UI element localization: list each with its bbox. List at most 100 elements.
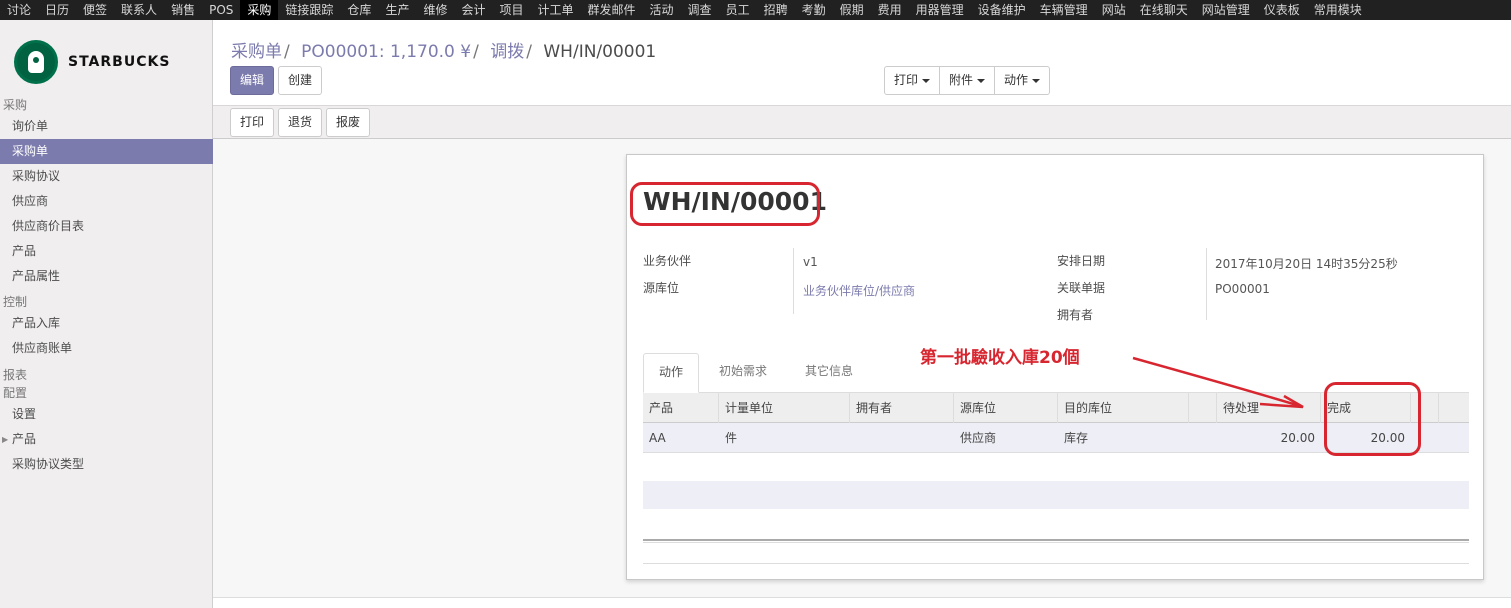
breadcrumb-item[interactable]: PO00001: 1,170.0 ¥ <box>301 42 471 62</box>
field-divider <box>793 248 794 314</box>
starbucks-logo-icon <box>14 40 58 84</box>
sidebar-item[interactable]: 采购单 <box>0 139 213 164</box>
top-menu-item[interactable]: 会计 <box>454 0 492 20</box>
tab-other-info[interactable]: 其它信息 <box>790 353 868 393</box>
sidebar-nav: 采购 询价单 采购单 采购协议 供应商 供应商价目表 产品 产品属性 控制 产品入库 供应商账单 报表… <box>0 96 213 477</box>
top-menu-item[interactable]: 常用模块 <box>1307 0 1369 20</box>
partner-field[interactable]: v1 <box>803 255 818 269</box>
cell-source: 供应商 <box>960 431 997 445</box>
top-menu-item[interactable]: 车辆管理 <box>1033 0 1095 20</box>
sidebar-item-label: 供应商价目表 <box>12 219 85 233</box>
sidebar-item-label: 采购协议 <box>12 169 61 183</box>
top-menu-item[interactable]: 网站管理 <box>1195 0 1257 20</box>
cell-product: AA <box>649 431 666 445</box>
source-location-field[interactable]: 业务伙伴库位/供应商 <box>803 282 915 299</box>
caret-down-icon <box>922 78 931 83</box>
top-menu-item[interactable]: 网站 <box>1095 0 1133 20</box>
print-menu-button[interactable]: 打印 <box>884 66 941 95</box>
sidebar-item[interactable]: 产品 <box>0 239 213 264</box>
breadcrumb-separator: / <box>284 42 290 62</box>
top-menu-item[interactable]: 设备维护 <box>971 0 1033 20</box>
top-menu-item[interactable]: POS <box>202 0 240 20</box>
sidebar-item[interactable]: 询价单 <box>0 114 213 139</box>
top-menu-item[interactable]: 费用 <box>871 0 909 20</box>
sidebar-item[interactable]: 供应商账单 <box>0 336 213 361</box>
origin-field[interactable]: PO00001 <box>1215 282 1270 296</box>
sidebar-item-label: 供应商 <box>12 194 49 208</box>
top-menu-item[interactable]: 日历 <box>38 0 76 20</box>
breadcrumb-separator: / <box>526 42 532 62</box>
top-menu-item[interactable]: 调查 <box>681 0 719 20</box>
partner-label: 业务伙伴 <box>643 254 692 268</box>
print-button[interactable]: 打印 <box>230 108 275 137</box>
expand-caret-icon[interactable]: ▶ <box>2 427 8 452</box>
table-footer <box>643 539 1469 543</box>
top-menu-item[interactable]: 活动 <box>643 0 681 20</box>
scrap-button[interactable]: 报废 <box>326 108 371 137</box>
column-header-pending[interactable]: 待处理 <box>1217 393 1321 423</box>
owner-label: 拥有者 <box>1057 308 1094 322</box>
sidebar-section-title: 控制 <box>3 295 28 309</box>
top-menu-item[interactable]: 维修 <box>416 0 454 20</box>
sidebar-item[interactable]: 采购协议类型 <box>0 452 213 477</box>
top-menu-item[interactable]: 员工 <box>719 0 757 20</box>
cell-pending: 20.00 <box>1280 431 1315 445</box>
top-menu-item[interactable]: 群发邮件 <box>581 0 643 20</box>
top-menu-bar: 讨论 日历 便签 联系人 销售 POS 采购 链接跟踪 仓库 生产 维修 会计 项目 计工单 群发邮件 活动调… <box>0 0 1511 20</box>
sidebar-item[interactable]: 供应商价目表 <box>0 214 213 239</box>
top-menu-item[interactable]: 销售 <box>164 0 202 20</box>
column-header-uom[interactable]: 计量单位 <box>719 393 850 423</box>
sidebar-item[interactable]: 产品属性 <box>0 264 213 289</box>
sidebar-item-label: 设置 <box>12 407 37 421</box>
top-menu-item[interactable]: 招聘 <box>757 0 795 20</box>
sidebar-item[interactable]: ▶ 产品 <box>0 427 213 452</box>
action-menu-button[interactable]: 动作 <box>994 66 1051 95</box>
control-panel: 采购单 / PO00001: 1,170.0 ¥ / 调拨 / WH/IN/00001… <box>213 20 1511 106</box>
caret-down-icon <box>1032 78 1041 83</box>
origin-label: 关联单据 <box>1057 281 1106 295</box>
edit-button[interactable]: 编辑 <box>230 66 275 95</box>
top-menu-item[interactable]: 假期 <box>833 0 871 20</box>
sidebar-item-label: 采购单 <box>12 144 49 158</box>
cell-owner <box>850 423 954 453</box>
top-menu-item[interactable]: 联系人 <box>114 0 164 20</box>
highlight-circle-done <box>1324 382 1421 456</box>
top-menu-item[interactable]: 仓库 <box>340 0 378 20</box>
top-menu-item[interactable]: 考勤 <box>795 0 833 20</box>
print-menu-label: 打印 <box>894 73 919 87</box>
sidebar-item[interactable]: 采购协议 <box>0 164 213 189</box>
top-menu-item[interactable]: 计工单 <box>531 0 581 20</box>
sidebar-item[interactable]: 供应商 <box>0 189 213 214</box>
breadcrumb-item[interactable]: 采购单 <box>231 42 282 62</box>
column-header-owner[interactable]: 拥有者 <box>850 393 954 423</box>
status-bar: 打印 退货 报废 <box>213 106 1511 139</box>
sidebar: STARBUCKS 采购 询价单 采购单 采购协议 供应商 供应商价目表 产品 产品属性 控制产… <box>0 20 213 608</box>
attachment-menu-button[interactable]: 附件 <box>939 66 996 95</box>
sidebar-item[interactable]: 产品入库 <box>0 311 213 336</box>
tab-initial-demand[interactable]: 初始需求 <box>704 353 782 393</box>
sidebar-item[interactable]: 设置 <box>0 402 213 427</box>
field-divider <box>1206 248 1207 320</box>
column-header-product[interactable]: 产品 <box>643 393 719 423</box>
tab-operations[interactable]: 动作 <box>643 353 700 393</box>
top-menu-item[interactable]: 便签 <box>76 0 114 20</box>
return-button[interactable]: 退货 <box>278 108 323 137</box>
top-menu-item[interactable]: 采购 <box>240 0 279 20</box>
top-menu-item[interactable]: 生产 <box>378 0 416 20</box>
breadcrumb-item[interactable]: 调拨 <box>490 42 524 62</box>
top-menu-item[interactable]: 讨论 <box>0 0 38 20</box>
action-menu-label: 动作 <box>1004 73 1029 87</box>
scheduled-date-field[interactable]: 2017年10月20日 14时35分25秒 <box>1215 255 1398 272</box>
top-menu-item[interactable]: 在线聊天 <box>1133 0 1195 20</box>
column-header-dest[interactable]: 目的库位 <box>1058 393 1189 423</box>
create-button[interactable]: 创建 <box>278 66 323 95</box>
top-menu-item[interactable]: 仪表板 <box>1257 0 1307 20</box>
table-footer-line <box>643 563 1469 564</box>
top-menu-item[interactable]: 项目 <box>492 0 530 20</box>
company-logo[interactable]: STARBUCKS <box>14 40 170 84</box>
top-menu-item[interactable]: 链接跟踪 <box>278 0 340 20</box>
annotation-text: 第一批驗收入庫20個 <box>920 348 1080 368</box>
column-header-source[interactable]: 源库位 <box>954 393 1058 423</box>
sidebar-item-label: 产品属性 <box>12 269 61 283</box>
top-menu-item[interactable]: 用器管理 <box>909 0 971 20</box>
